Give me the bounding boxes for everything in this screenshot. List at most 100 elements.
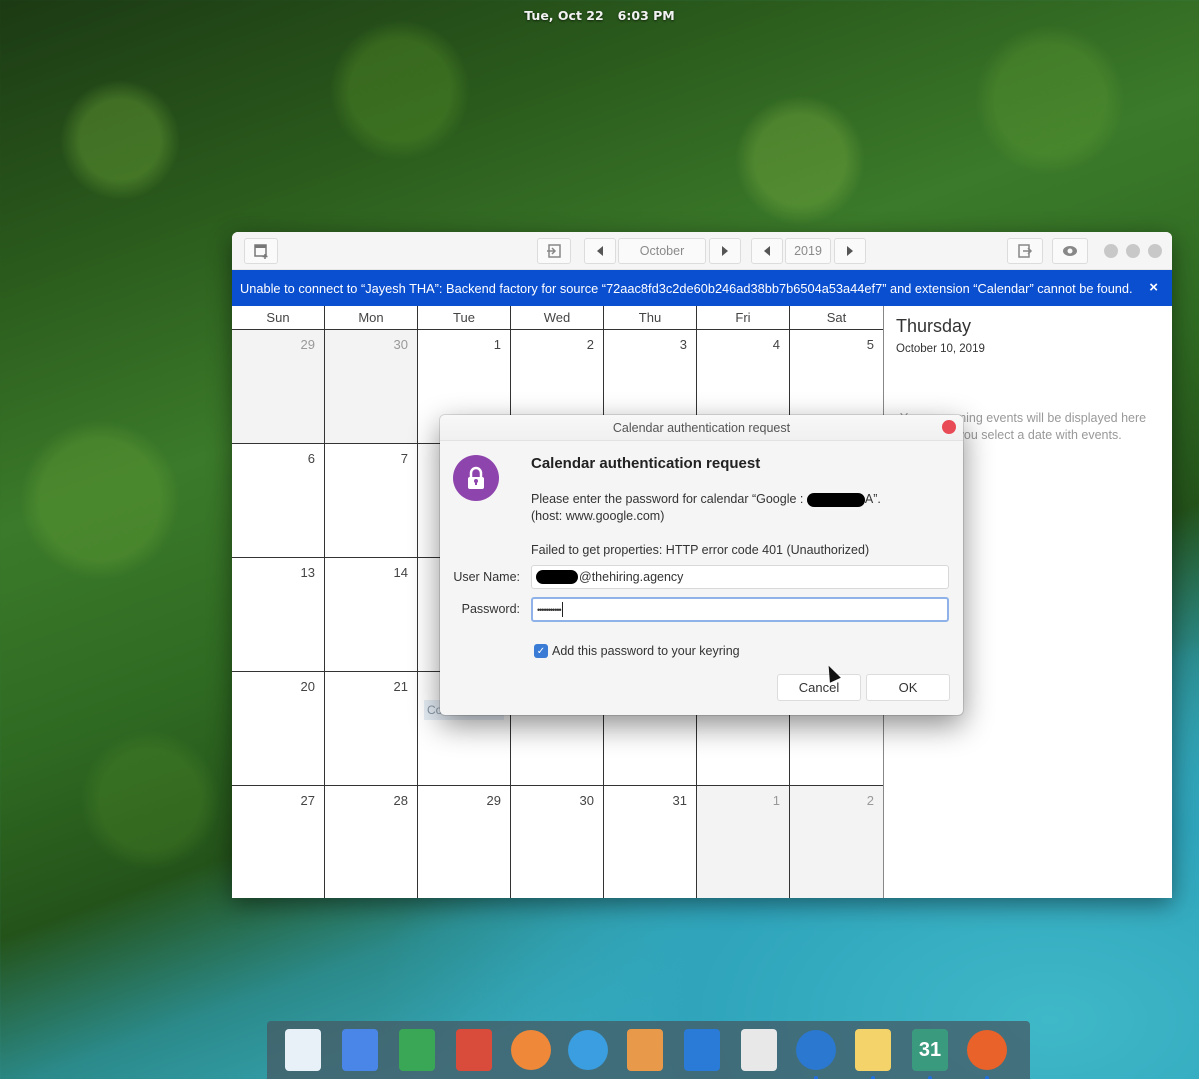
day-number: 30: [579, 793, 594, 808]
wps-spreadsheets-icon[interactable]: [395, 1028, 439, 1072]
calendar-visibility-button[interactable]: [1052, 238, 1088, 264]
close-window-button[interactable]: [1148, 244, 1162, 258]
panel-date[interactable]: Tue, Oct 22: [524, 8, 603, 23]
day-number: 20: [300, 679, 315, 694]
day-number: 27: [300, 793, 315, 808]
day-number: 29: [486, 793, 501, 808]
dialog-heading: Calendar authentication request: [531, 455, 761, 472]
username-value: @thehiring.agency: [579, 570, 684, 584]
day-number: 1: [493, 337, 501, 352]
package-installer-icon[interactable]: [623, 1028, 667, 1072]
export-icon: [1018, 244, 1033, 258]
new-event-button[interactable]: [244, 238, 278, 264]
error-infobar: Unable to connect to “Jayesh THA”: Backe…: [232, 270, 1172, 306]
dialog-close-button[interactable]: [942, 420, 956, 434]
browser-icon[interactable]: [794, 1028, 838, 1079]
day-cell[interactable]: 7: [325, 444, 418, 557]
calendar-app-icon[interactable]: 31: [908, 1028, 952, 1079]
day-number: 5: [866, 337, 874, 352]
day-number: 31: [672, 793, 687, 808]
weekday-label: Tue: [418, 306, 511, 329]
panel-time[interactable]: 6:03 PM: [618, 8, 675, 23]
day-number: 1: [772, 793, 780, 808]
today-button[interactable]: [537, 238, 571, 264]
day-cell[interactable]: 6: [232, 444, 325, 557]
previous-month-button[interactable]: [584, 238, 616, 264]
day-number: 30: [393, 337, 408, 352]
chevron-right-icon: [847, 246, 853, 256]
export-button[interactable]: [1007, 238, 1043, 264]
day-number: 2: [586, 337, 594, 352]
multitasking-view-icon-glyph: [285, 1029, 321, 1071]
day-cell[interactable]: 1: [697, 786, 790, 898]
wps-presentation-icon-glyph: [456, 1029, 492, 1071]
keyring-option[interactable]: ✓ Add this password to your keyring: [534, 644, 740, 658]
next-month-button[interactable]: [709, 238, 741, 264]
cancel-button[interactable]: Cancel: [777, 674, 861, 701]
day-cell[interactable]: 2: [790, 786, 883, 898]
firefox-icon-glyph: [967, 1030, 1007, 1070]
document-viewer-icon[interactable]: [737, 1028, 781, 1072]
calendar-app-icon-glyph: 31: [912, 1029, 948, 1071]
headerbar: October 2019: [232, 232, 1172, 270]
day-number: 14: [393, 565, 408, 580]
weekday-label: Thu: [604, 306, 697, 329]
day-cell[interactable]: 30: [511, 786, 604, 898]
wps-writer-icon[interactable]: [338, 1028, 382, 1072]
username-field[interactable]: @thehiring.agency: [531, 565, 949, 589]
auth-dialog: Calendar authentication request Calendar…: [440, 415, 963, 715]
year-selector[interactable]: 2019: [785, 238, 831, 264]
infobar-close-button[interactable]: ×: [1149, 279, 1158, 296]
sticky-notes-icon-glyph: [855, 1029, 891, 1071]
multitasking-view-icon[interactable]: [281, 1028, 325, 1072]
dialog-title: Calendar authentication request: [440, 415, 963, 441]
selected-date: October 10, 2019: [896, 343, 985, 355]
day-cell[interactable]: 29: [232, 330, 325, 443]
settings-control-icon[interactable]: [566, 1028, 610, 1072]
dialog-error: Failed to get properties: HTTP error cod…: [531, 543, 870, 557]
day-cell[interactable]: 21: [325, 672, 418, 785]
day-number: 4: [772, 337, 780, 352]
day-cell[interactable]: 31: [604, 786, 697, 898]
ok-button[interactable]: OK: [866, 674, 950, 701]
day-cell[interactable]: 28: [325, 786, 418, 898]
file-manager-icon[interactable]: [680, 1028, 724, 1072]
previous-year-button[interactable]: [751, 238, 783, 264]
day-cell[interactable]: 14: [325, 558, 418, 671]
month-selector[interactable]: October: [618, 238, 706, 264]
day-number: 21: [393, 679, 408, 694]
document-viewer-icon-glyph: [741, 1029, 777, 1071]
day-number: 3: [679, 337, 687, 352]
keyring-checkbox[interactable]: ✓: [534, 644, 548, 658]
infobar-message: Unable to connect to “Jayesh THA”: Backe…: [240, 280, 1133, 296]
wps-presentation-icon[interactable]: [452, 1028, 496, 1072]
day-number: 13: [300, 565, 315, 580]
message-text: Please enter the password for calendar “…: [531, 492, 807, 506]
top-panel: Tue, Oct 22 6:03 PM: [0, 0, 1199, 30]
day-cell[interactable]: 13: [232, 558, 325, 671]
maximize-button[interactable]: [1126, 244, 1140, 258]
next-year-button[interactable]: [834, 238, 866, 264]
day-number: 29: [300, 337, 315, 352]
eye-icon: [1063, 246, 1077, 256]
firefox-icon[interactable]: [965, 1028, 1009, 1079]
sticky-notes-icon[interactable]: [851, 1028, 895, 1079]
day-cell[interactable]: 20: [232, 672, 325, 785]
package-installer-icon-glyph: [627, 1029, 663, 1071]
minimize-button[interactable]: [1104, 244, 1118, 258]
day-cell[interactable]: 29: [418, 786, 511, 898]
weekday-label: Fri: [697, 306, 790, 329]
chevron-right-icon: [722, 246, 728, 256]
password-field[interactable]: •••••••••••: [531, 597, 949, 622]
chevron-left-icon: [597, 246, 603, 256]
browser-icon-glyph: [796, 1030, 836, 1070]
username-label: User Name:: [453, 570, 520, 584]
day-cell[interactable]: 27: [232, 786, 325, 898]
selected-day-name: Thursday: [896, 316, 972, 336]
file-manager-icon-glyph: [684, 1029, 720, 1071]
deepin-app-icon[interactable]: [509, 1028, 553, 1072]
dialog-host: (host: www.google.com): [531, 509, 665, 523]
day-cell[interactable]: 30: [325, 330, 418, 443]
day-number: 7: [400, 451, 408, 466]
deepin-app-icon-glyph: [511, 1030, 551, 1070]
